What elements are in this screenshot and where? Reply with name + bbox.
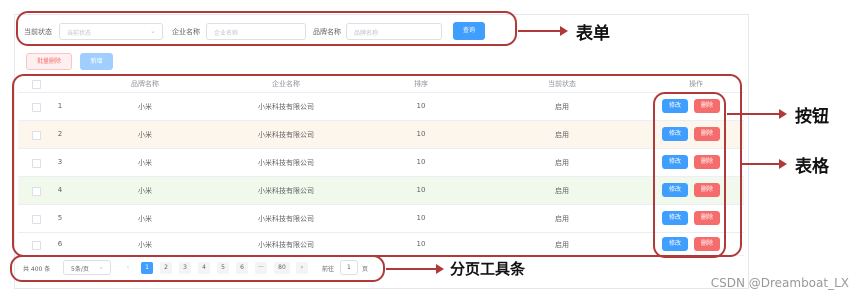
batch-delete-button[interactable]: 批量删除 [26, 53, 72, 70]
pagination-annotation-box [10, 255, 385, 282]
pagination-arrow [386, 268, 438, 270]
add-button[interactable]: 新增 [80, 53, 113, 70]
buttons-arrow-head [779, 109, 787, 119]
form-callout: 表单 [576, 24, 610, 44]
buttons-annotation-box [653, 92, 726, 258]
table-arrow [742, 163, 781, 165]
form-arrow [518, 30, 562, 32]
table-callout: 表格 [795, 157, 829, 177]
buttons-arrow [727, 113, 781, 115]
watermark: CSDN @Dreamboat_LX [710, 276, 849, 290]
table-arrow-head [779, 159, 787, 169]
pagination-arrow-head [436, 264, 444, 274]
form-arrow-head [560, 26, 568, 36]
table-annotation-box [12, 74, 742, 257]
form-annotation-box [16, 11, 517, 46]
pagination-callout: 分页工具条 [450, 260, 526, 278]
buttons-callout: 按钮 [795, 107, 829, 127]
